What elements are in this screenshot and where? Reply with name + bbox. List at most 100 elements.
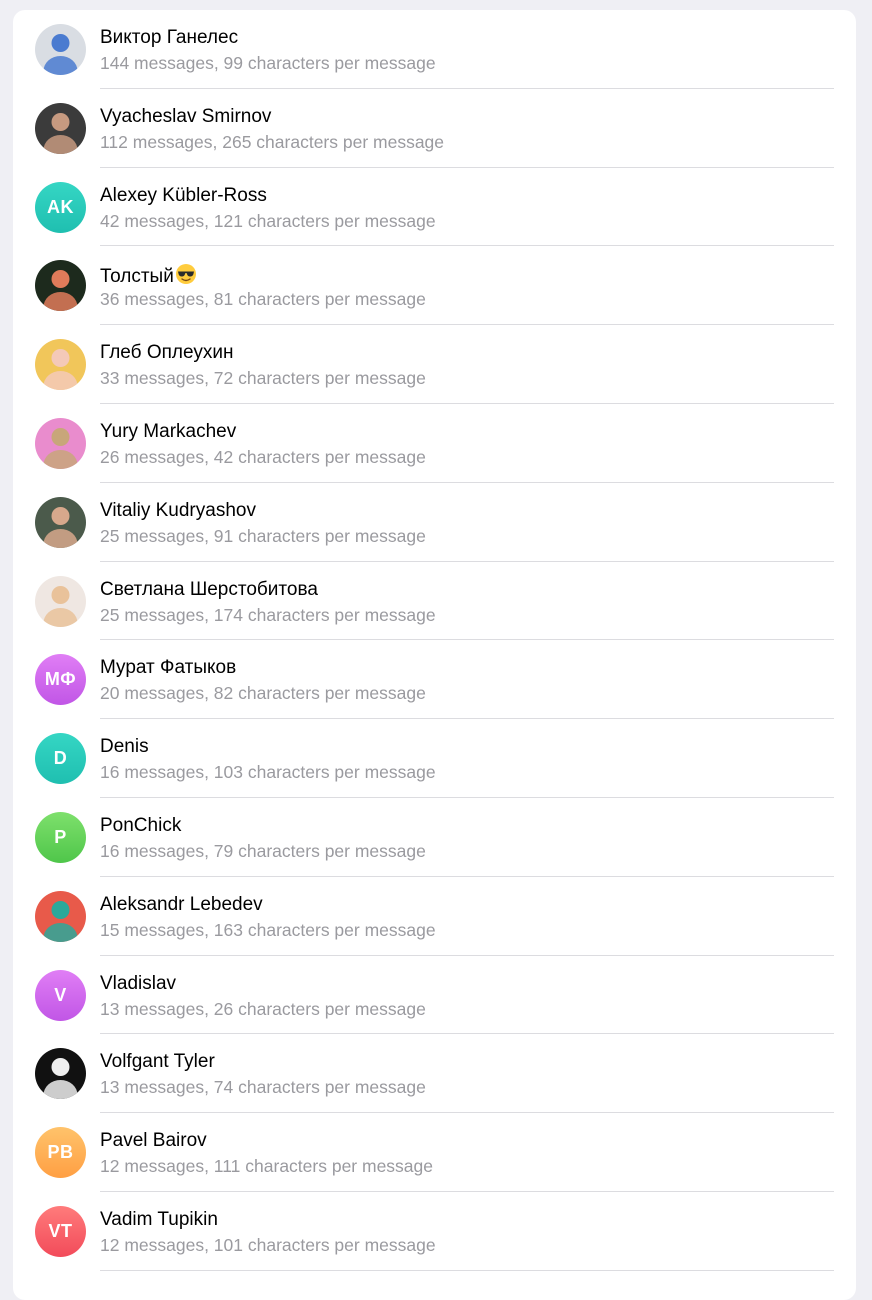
member-stats: 13 messages, 74 characters per message	[100, 1077, 426, 1098]
person-photo-icon	[43, 427, 78, 469]
member-row[interactable]: V Vladislav 13 messages, 26 characters per…	[13, 956, 856, 1035]
member-name: Светлана Шерстобитова	[100, 579, 318, 601]
member-name: Vladislav	[100, 973, 176, 995]
member-name: Denis	[100, 736, 149, 758]
avatar-initials: PB	[47, 1142, 74, 1163]
member-name: Толстый 😎	[100, 263, 197, 288]
person-photo-icon	[43, 270, 78, 312]
member-name-text: Глеб Оплеухин	[100, 342, 234, 364]
member-row[interactable]: AK Alexey Kübler-Ross 42 messages, 121 cha…	[13, 168, 856, 247]
avatar: МФ	[35, 654, 86, 706]
member-name-text: Aleksandr Lebedev	[100, 893, 263, 915]
member-name: Vyacheslav Smirnov	[100, 106, 271, 128]
avatar	[35, 1048, 86, 1100]
member-stats: 144 messages, 99 characters per message	[100, 53, 436, 73]
person-photo-icon	[43, 34, 78, 75]
avatar: VT	[35, 1205, 86, 1257]
member-name-text: Vladislav	[100, 972, 177, 994]
anime-photo-icon	[43, 349, 78, 391]
member-stats: 13 messages, 26 characters per message	[100, 998, 426, 1019]
member-name: Alexey Kübler-Ross	[100, 185, 267, 207]
row-divider	[100, 1269, 834, 1271]
member-name-text: PonChick	[100, 814, 182, 836]
member-stats: 26 messages, 42 characters per message	[100, 446, 426, 467]
member-name-text: Pavel Bairov	[100, 1130, 207, 1152]
member-name-text: Denis	[100, 736, 149, 758]
member-stats-list: Виктор Ганелес 144 messages, 99 character…	[13, 10, 856, 1300]
member-row[interactable]: PB Pavel Bairov 12 messages, 111 character…	[13, 1113, 856, 1192]
person-photo-icon	[43, 1058, 78, 1100]
sunglasses-emoji-icon	[175, 263, 197, 285]
member-stats: 12 messages, 101 characters per message	[100, 1234, 436, 1255]
member-name: Глеб Оплеухин	[100, 342, 233, 364]
avatar-initials: V	[54, 984, 67, 1005]
member-row[interactable]: Светлана Шерстобитова 25 messages, 174 ch…	[13, 562, 856, 641]
person-photo-icon	[43, 506, 78, 548]
member-name-text: Толстый	[100, 266, 174, 288]
avatar	[35, 102, 86, 154]
member-stats: 15 messages, 163 characters per message	[100, 919, 436, 940]
member-name-text: Vitaliy Kudryashov	[100, 499, 256, 521]
avatar	[35, 417, 86, 469]
member-row[interactable]: Yury Markachev 26 messages, 42 characters…	[13, 404, 856, 483]
avatar-initials: МФ	[44, 669, 77, 690]
member-stats: 25 messages, 174 characters per message	[100, 604, 436, 625]
member-name: Volfgant Tyler	[100, 1051, 215, 1073]
member-name-text: Vadim Tupikin	[100, 1208, 218, 1230]
member-row[interactable]: Aleksandr Lebedev 15 messages, 163 charac…	[13, 877, 856, 956]
avatar	[35, 339, 86, 391]
emoji-text: 😎	[197, 263, 198, 264]
avatar-initials: P	[54, 826, 67, 847]
member-name-text: Vyacheslav Smirnov	[100, 105, 272, 127]
member-stats: 112 messages, 265 characters per message	[100, 131, 445, 152]
member-name: PonChick	[100, 815, 181, 837]
avatar	[35, 575, 86, 627]
avatar	[35, 496, 86, 548]
member-row[interactable]: Глеб Оплеухин 33 messages, 72 characters …	[13, 325, 856, 404]
member-row[interactable]: Толстый 😎 36 messages, 81 characters per m…	[13, 246, 856, 326]
member-row[interactable]: Vyacheslav Smirnov 112 messages, 265 char…	[13, 89, 856, 168]
person-photo-icon	[43, 585, 78, 627]
member-row[interactable]: P PonChick 16 messages, 79 characters per …	[13, 798, 856, 877]
avatar	[35, 260, 86, 312]
member-stats: 16 messages, 103 characters per message	[100, 762, 436, 783]
member-row[interactable]: МФ Мурат Фатыков 20 messages, 82 character…	[13, 640, 856, 720]
member-stats: 20 messages, 82 characters per message	[100, 683, 426, 704]
member-stats: 33 messages, 72 characters per message	[100, 368, 426, 389]
avatar: AK	[35, 181, 86, 233]
member-name-text: Alexey Kübler-Ross	[100, 184, 267, 206]
avatar-initials: VT	[48, 1220, 73, 1241]
avatar	[35, 890, 86, 942]
member-stats: 25 messages, 91 characters per message	[100, 525, 426, 546]
member-stats: 42 messages, 121 characters per message	[100, 210, 436, 231]
person-photo-icon	[43, 900, 78, 942]
avatar-initials: D	[53, 748, 68, 769]
avatar	[35, 24, 86, 75]
member-name-text: Виктор Ганелес	[100, 27, 239, 48]
member-name: Aleksandr Lebedev	[100, 894, 263, 916]
member-name: Pavel Bairov	[100, 1130, 207, 1152]
member-row[interactable]: D Denis 16 messages, 103 characters per me…	[13, 719, 856, 798]
avatar: D	[35, 733, 86, 785]
member-name: Vitaliy Kudryashov	[100, 500, 256, 522]
member-name-text: Volfgant Tyler	[100, 1051, 215, 1073]
member-row[interactable]: VT Vadim Tupikin 12 messages, 101 characte…	[13, 1192, 856, 1271]
member-name-text: Мурат Фатыков	[100, 657, 237, 679]
member-row[interactable]: Виктор Ганелес 144 messages, 99 character…	[13, 10, 856, 89]
member-name: Vadim Tupikin	[100, 1209, 218, 1231]
member-name: Мурат Фатыков	[100, 657, 236, 679]
avatar: PB	[35, 1127, 86, 1179]
member-name: Виктор Ганелес	[100, 27, 238, 49]
avatar-initials: AK	[47, 196, 74, 217]
avatar: P	[35, 811, 86, 863]
member-row[interactable]: Volfgant Tyler 13 messages, 74 characters…	[13, 1034, 856, 1114]
member-stats: 12 messages, 111 characters per message	[100, 1156, 433, 1177]
person-photo-icon	[43, 112, 78, 154]
member-name-text: Светлана Шерстобитова	[100, 578, 318, 600]
member-name: Yury Markachev	[100, 421, 236, 443]
member-name-text: Yury Markachev	[100, 420, 237, 442]
avatar: V	[35, 969, 86, 1021]
member-stats: 16 messages, 79 characters per message	[100, 840, 426, 861]
member-row[interactable]: Vitaliy Kudryashov 25 messages, 91 charac…	[13, 483, 856, 562]
member-stats: 36 messages, 81 characters per message	[100, 289, 426, 310]
